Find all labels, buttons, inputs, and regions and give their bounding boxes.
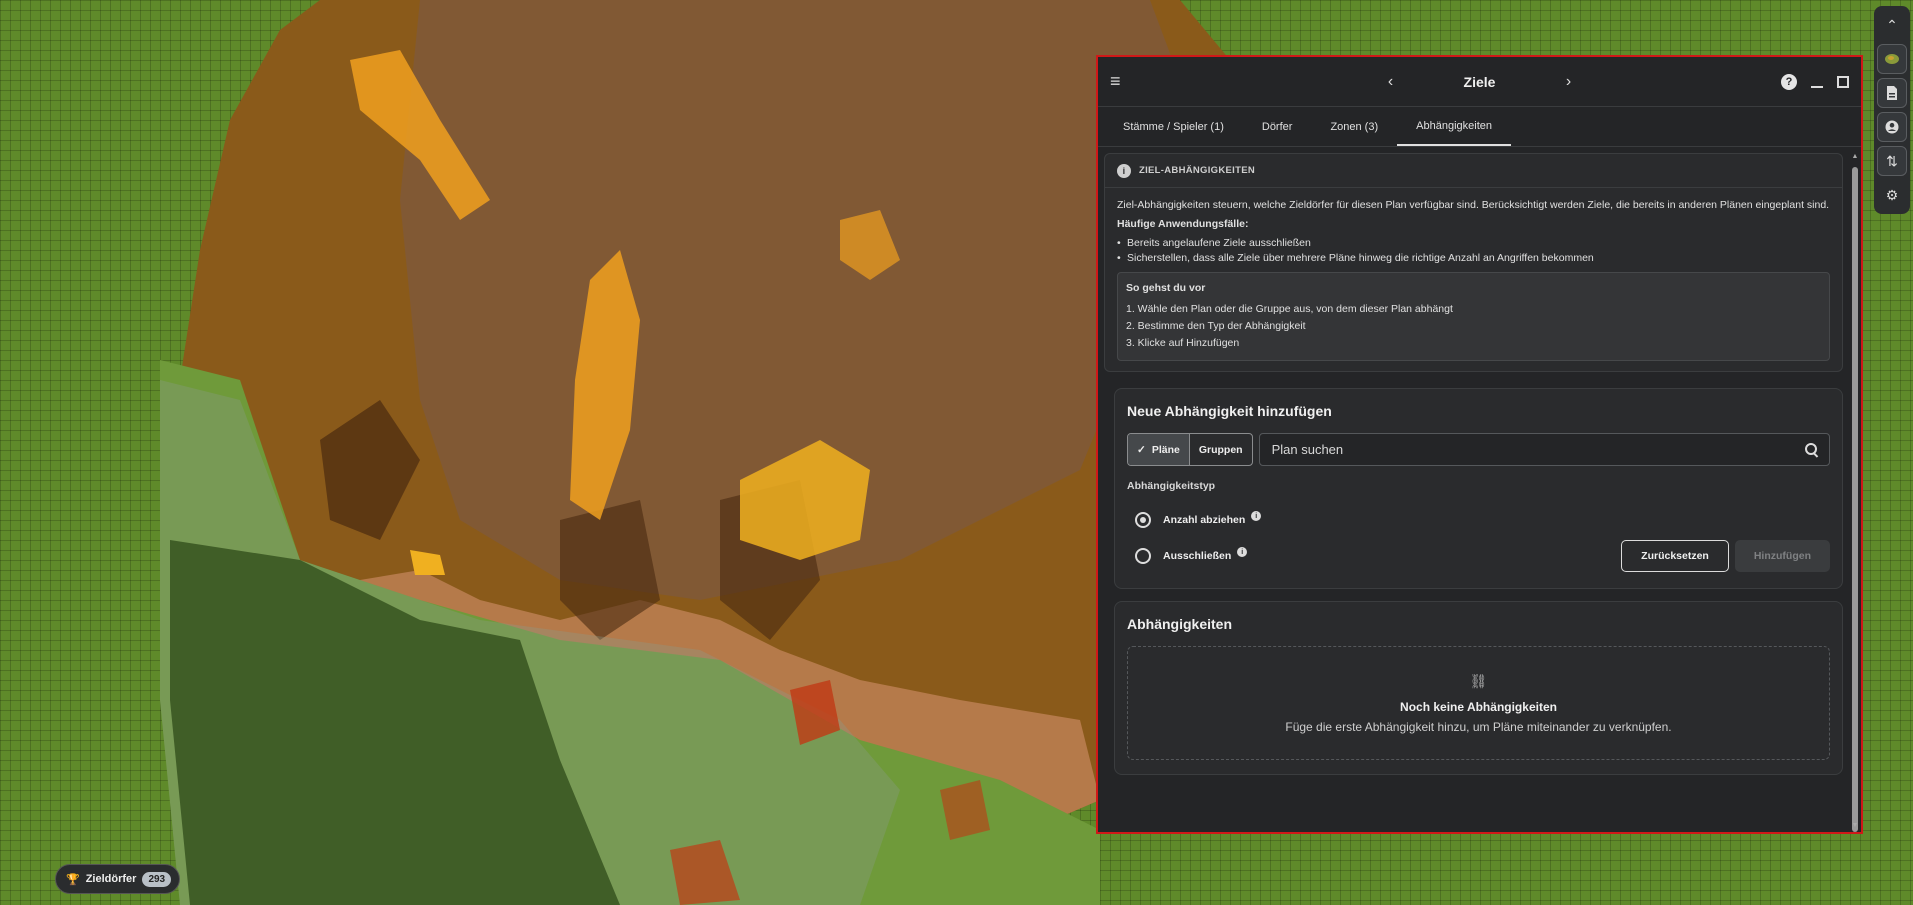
tab-zones[interactable]: Zonen (3) [1311,107,1397,146]
target-villages-label: Zieldörfer [85,873,137,885]
dependencies-title: Abhängigkeiten [1127,616,1233,632]
use-cases-title: Häufige Anwendungsfälle: [1117,218,1249,230]
reset-button[interactable]: Zurücksetzen [1621,540,1729,572]
use-cases-list: Bereits angelaufene Ziele ausschließen S… [1117,236,1830,266]
maximize-icon[interactable] [1837,75,1849,88]
radio-subtract-label[interactable]: Anzahl abziehen [1163,514,1245,526]
right-toolbar: ⌃ ⇅ ⚙ [1874,6,1910,214]
plan-search-input[interactable] [1271,442,1805,457]
radio-subtract[interactable] [1135,512,1151,528]
empty-state: ⛓ Noch keine Abhängigkeiten Füge die ers… [1127,646,1830,760]
info-card-header: i ZIEL-ABHÄNGIGKEITEN [1105,154,1842,188]
panel-scrollbar[interactable]: ▲ ▼ [1851,153,1859,832]
toggle-groups-label: Gruppen [1198,443,1243,456]
menu-icon[interactable]: ≡ [1110,71,1128,92]
list-item: Bereits angelaufene Ziele ausschließen [1117,236,1830,251]
panel-header: ≡ ‹ Ziele › ? [1098,57,1861,107]
add-dependency-title: Neue Abhängigkeit hinzufügen [1127,403,1332,419]
settings-icon[interactable]: ⚙ [1877,180,1907,210]
minimize-icon[interactable] [1811,76,1823,88]
toggle-groups[interactable]: Gruppen [1190,434,1252,465]
map-preview-icon[interactable] [1877,44,1907,74]
howto-title: So gehst du vor [1126,282,1206,294]
radio-subtract-row: Anzahl abziehen i [1127,502,1830,538]
targets-panel: ≡ ‹ Ziele › ? Stämme / Spieler (1) Dörfe… [1096,55,1863,834]
info-description: Ziel-Abhängigkeiten steuern, welche Ziel… [1117,199,1830,211]
trophy-icon: 🏆 [66,873,80,886]
tab-tribes-players[interactable]: Stämme / Spieler (1) [1104,107,1243,146]
toggle-plans[interactable]: ✓ Pläne [1128,434,1190,465]
scroll-up-icon[interactable]: ▲ [1851,153,1859,161]
chevron-right-icon[interactable]: › [1560,73,1578,91]
account-icon[interactable] [1877,112,1907,142]
info-card-content: Ziel-Abhängigkeiten steuern, welche Ziel… [1105,188,1842,371]
document-icon[interactable] [1877,78,1907,108]
chevron-up-icon[interactable]: ⌃ [1877,10,1907,40]
plans-groups-toggle: ✓ Pläne Gruppen [1127,433,1253,466]
form-buttons: Zurücksetzen Hinzufügen [1621,540,1830,572]
dependency-type-label: Abhängigkeitstyp [1127,480,1216,492]
panel-window-actions: ? [1781,73,1849,90]
panel-nav: ‹ Ziele › [1098,57,1861,106]
howto-step: 2. Bestimme den Typ der Abhängigkeit [1126,320,1306,332]
scroll-down-icon[interactable]: ▼ [1851,822,1859,830]
howto-step: 3. Klicke auf Hinzufügen [1126,337,1240,349]
target-villages-count: 293 [142,871,172,887]
info-card: i ZIEL-ABHÄNGIGKEITEN Ziel-Abhängigkeite… [1104,153,1843,372]
scroll-thumb[interactable] [1852,167,1858,832]
howto-step: 1. Wähle den Plan oder die Gruppe aus, v… [1126,303,1453,315]
toggle-plans-label: Pläne [1151,443,1180,456]
panel-tabs: Stämme / Spieler (1) Dörfer Zonen (3) Ab… [1098,107,1861,147]
add-dependency-row: ✓ Pläne Gruppen [1127,433,1830,466]
panel-title: Ziele [1463,73,1496,90]
link-off-icon: ⛓ [1469,672,1488,689]
chevron-left-icon[interactable]: ‹ [1382,73,1400,91]
add-button[interactable]: Hinzufügen [1734,540,1830,572]
help-icon[interactable]: ? [1781,73,1797,90]
info-icon[interactable]: i [1237,547,1248,557]
radio-exclude-label[interactable]: Ausschließen [1163,550,1231,562]
tab-villages[interactable]: Dörfer [1243,107,1312,146]
info-card-heading: ZIEL-ABHÄNGIGKEITEN [1139,165,1256,176]
check-icon: ✓ [1137,443,1146,456]
swap-icon[interactable]: ⇅ [1877,146,1907,176]
info-icon[interactable]: i [1251,511,1262,521]
add-dependency-card: Neue Abhängigkeit hinzufügen ✓ Pläne Gru… [1114,388,1843,589]
list-item: Sicherstellen, dass alle Ziele über mehr… [1117,251,1830,266]
radio-exclude-row: Ausschließen i Zurücksetzen Hinzufügen [1127,538,1830,574]
tab-dependencies[interactable]: Abhängigkeiten [1397,107,1511,146]
howto-box: So gehst du vor 1. Wähle den Plan oder d… [1117,272,1830,361]
empty-state-title: Noch keine Abhängigkeiten [1400,699,1557,714]
info-icon: i [1117,163,1131,178]
plan-search-field [1258,433,1830,466]
search-icon[interactable] [1805,442,1819,457]
radio-exclude[interactable] [1135,548,1151,564]
panel-body: i ZIEL-ABHÄNGIGKEITEN Ziel-Abhängigkeite… [1098,147,1861,832]
target-villages-badge[interactable]: 🏆 Zieldörfer 293 [55,864,181,894]
empty-state-subtitle: Füge die erste Abhängigkeit hinzu, um Pl… [1285,719,1672,734]
dependencies-card: Abhängigkeiten ⛓ Noch keine Abhängigkeit… [1114,601,1843,775]
